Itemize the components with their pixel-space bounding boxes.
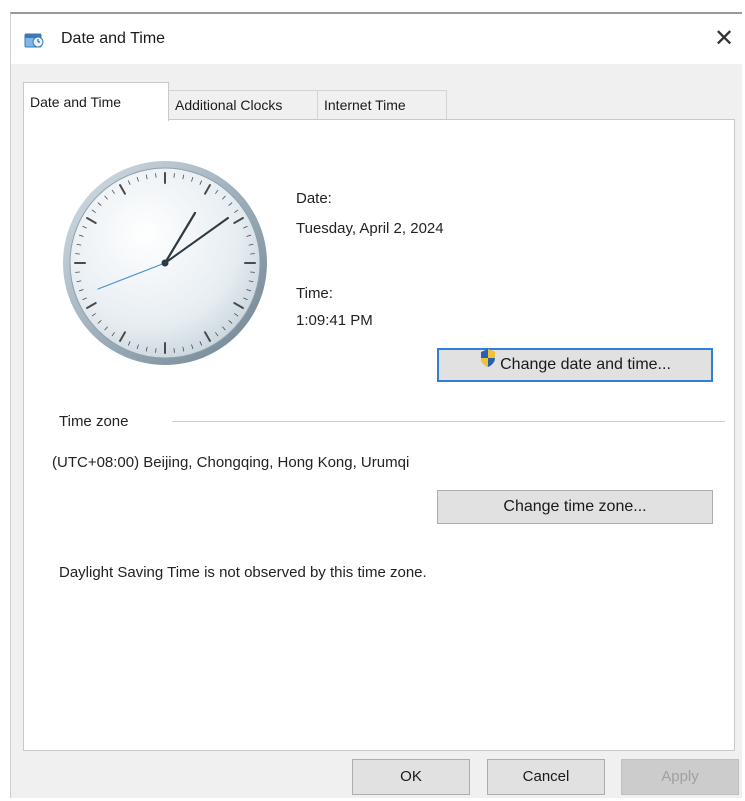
- date-label: Date:: [296, 190, 332, 207]
- time-zone-value: (UTC+08:00) Beijing, Chongqing, Hong Kon…: [52, 454, 410, 471]
- uac-shield-icon: [479, 348, 497, 379]
- close-icon[interactable]: ✕: [706, 20, 742, 58]
- date-time-dialog: Date and Time ✕ Date and Time Additional…: [10, 12, 742, 798]
- change-time-zone-button[interactable]: Change time zone...: [437, 490, 713, 524]
- time-zone-divider: [172, 421, 725, 422]
- analog-clock-icon: [60, 158, 270, 368]
- title-bar[interactable]: Date and Time ✕: [11, 14, 742, 64]
- time-zone-group-label: Time zone: [59, 413, 129, 430]
- change-date-time-button[interactable]: Change date and time...: [437, 348, 713, 382]
- date-time-icon: [23, 30, 45, 50]
- date-value: Tuesday, April 2, 2024: [296, 220, 444, 237]
- window-title: Date and Time: [61, 30, 166, 47]
- tab-additional-clocks[interactable]: Additional Clocks: [168, 90, 318, 120]
- time-label: Time:: [296, 285, 333, 302]
- time-value: 1:09:41 PM: [296, 312, 373, 329]
- dst-note: Daylight Saving Time is not observed by …: [59, 564, 427, 581]
- cancel-button[interactable]: Cancel: [487, 759, 605, 795]
- tab-internet-time[interactable]: Internet Time: [317, 90, 447, 120]
- apply-button: Apply: [621, 759, 739, 795]
- tab-date-and-time[interactable]: Date and Time: [23, 82, 169, 121]
- ok-button[interactable]: OK: [352, 759, 470, 795]
- tab-strip: Date and Time Additional Clocks Internet…: [23, 82, 735, 121]
- change-date-time-label: Change date and time...: [500, 356, 671, 373]
- tab-panel: Date: Tuesday, April 2, 2024 Time: 1:09:…: [23, 119, 735, 751]
